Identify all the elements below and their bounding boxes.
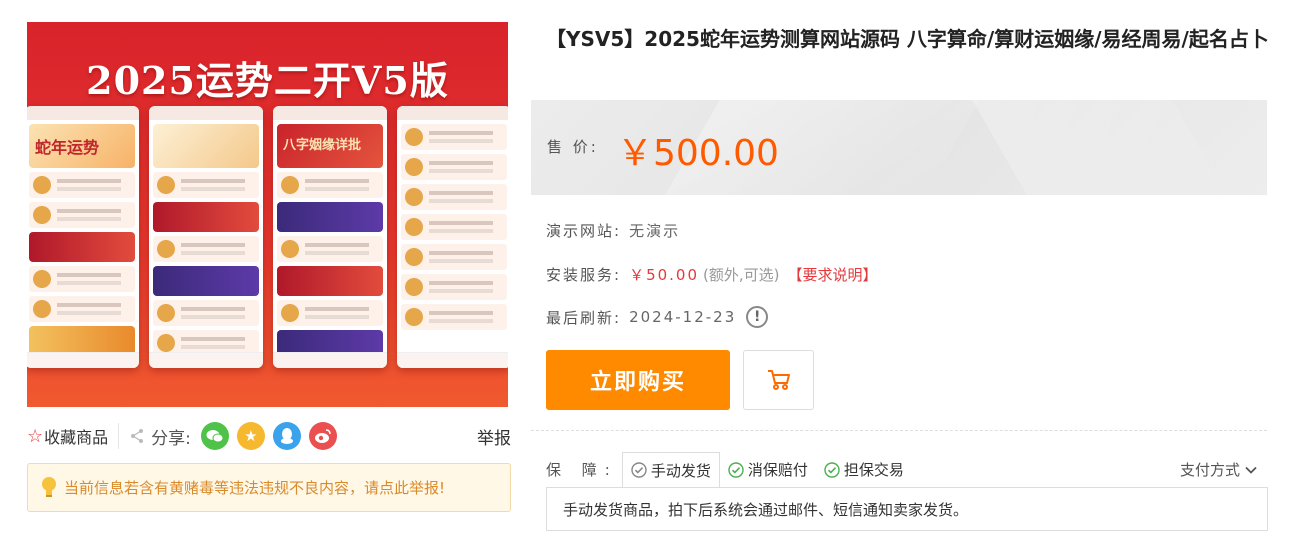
phone-mockup: 八字姻缘详批: [273, 106, 387, 368]
demo-label: 演示网站:: [546, 222, 622, 240]
payment-method-dropdown[interactable]: 支付方式: [1180, 459, 1258, 480]
lightbulb-icon: [42, 476, 56, 497]
cart-icon: [767, 370, 790, 390]
payment-method-label: 支付方式: [1179, 461, 1240, 479]
phone-mockup: [149, 106, 263, 368]
report-notice[interactable]: 当前信息若含有黄赌毒等违法违规不良内容，请点此举报!: [27, 463, 511, 512]
guarantee-item-label: 手动发货: [650, 461, 711, 480]
favorite-button[interactable]: ☆ 收藏商品: [27, 424, 108, 448]
guarantee-label: 保 障:: [546, 461, 618, 479]
share-section: 分享:: [129, 424, 191, 449]
price-value: ￥500.00: [617, 133, 779, 174]
weibo-icon[interactable]: [308, 422, 337, 450]
qzone-icon[interactable]: ★: [236, 422, 265, 450]
install-price: ￥50.00: [629, 266, 700, 284]
price-label: 售 价:: [547, 138, 599, 156]
favorite-label: 收藏商品: [44, 428, 109, 447]
product-title: 【YSV5】2025蛇年运势测算网站源码 八字算命/算财运姻缘/易经周易/起名占…: [546, 27, 1269, 51]
install-label: 安装服务:: [546, 266, 622, 284]
guarantee-tab-compensation[interactable]: 消保赔付: [720, 452, 816, 487]
demo-value: 无演示: [629, 222, 681, 240]
price-panel: 售 价: ￥500.00: [531, 100, 1267, 195]
phone-mockup: [397, 106, 508, 368]
demo-row: 演示网站: 无演示: [546, 220, 680, 241]
guarantee-bar: 保 障: 手动发货 消保赔付 担保交易 支付方式: [546, 452, 1268, 488]
install-requirement-link[interactable]: 【要求说明】: [788, 264, 878, 285]
share-icon: [131, 429, 144, 443]
qq-icon[interactable]: [272, 422, 301, 450]
guarantee-tab-escrow[interactable]: 担保交易: [816, 452, 912, 487]
guarantee-item-label: 消保赔付: [747, 461, 808, 479]
phone-screenshots: 蛇年运势 八字姻缘详批: [27, 106, 508, 406]
product-image[interactable]: 2025运势二开V5版 蛇年运势 八字姻缘详批: [27, 22, 508, 407]
refresh-label: 最后刷新:: [546, 308, 622, 327]
chevron-down-icon: [1245, 466, 1257, 474]
check-circle-icon: [631, 462, 647, 478]
banner-title: 2025运势二开V5版: [86, 58, 449, 103]
notice-text: 当前信息若含有黄赌毒等违法违规不良内容，请点此举报!: [64, 479, 446, 497]
star-icon: ☆: [27, 425, 44, 447]
separator: [531, 430, 1267, 431]
install-extra: (额外,可选): [703, 266, 780, 284]
report-link[interactable]: 举报: [477, 424, 511, 449]
guarantee-tab-manual-delivery[interactable]: 手动发货: [621, 452, 720, 488]
wechat-icon[interactable]: [200, 422, 229, 450]
check-circle-icon: [728, 461, 744, 478]
phone-mockup: 蛇年运势: [27, 106, 139, 368]
info-icon[interactable]: !: [746, 306, 769, 328]
divider: [118, 423, 120, 449]
product-actions: ☆ 收藏商品 分享: ★ 举报: [27, 420, 511, 452]
guarantee-description: 手动发货商品，拍下后系统会通过邮件、短信通知卖家发货。: [546, 487, 1268, 531]
buy-now-button[interactable]: 立即购买: [546, 350, 730, 410]
phone-hero-text: 八字姻缘详批: [283, 138, 362, 153]
add-to-cart-button[interactable]: [743, 350, 814, 410]
guarantee-item-label: 担保交易: [843, 461, 904, 479]
phone-hero-text: 蛇年运势: [35, 138, 100, 157]
check-circle-icon: [824, 461, 840, 478]
refresh-row: 最后刷新: 2024-12-23 !: [546, 306, 769, 328]
refresh-date: 2024-12-23: [629, 308, 737, 326]
share-label: 分享:: [151, 428, 191, 449]
install-row: 安装服务: ￥50.00 (额外,可选) 【要求说明】: [546, 264, 878, 285]
